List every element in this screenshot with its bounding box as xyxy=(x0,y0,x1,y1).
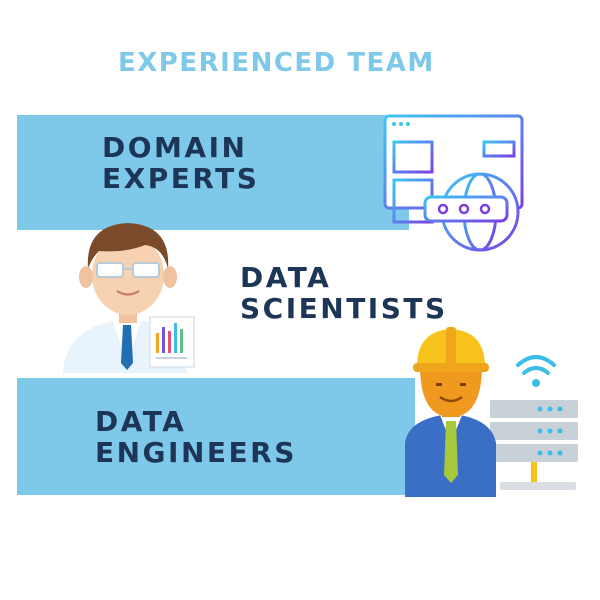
domain-experts-label: DOMAIN EXPERTS xyxy=(102,132,259,194)
web-browser-globe-icon xyxy=(383,114,524,252)
domain-experts-line2: EXPERTS xyxy=(102,162,260,195)
data-scientists-line2: SCIENTISTS xyxy=(240,292,448,325)
domain-experts-line1: DOMAIN xyxy=(102,131,248,164)
page-title: EXPERIENCED TEAM xyxy=(118,48,435,78)
scientist-avatar-icon xyxy=(63,223,195,373)
data-scientists-label: DATA SCIENTISTS xyxy=(240,262,448,324)
data-engineers-line1: DATA xyxy=(95,405,187,438)
data-engineers-line2: ENGINEERS xyxy=(95,436,297,469)
data-scientists-line1: DATA xyxy=(240,261,332,294)
engineer-server-icon xyxy=(405,327,578,497)
data-engineers-label: DATA ENGINEERS xyxy=(95,406,297,468)
